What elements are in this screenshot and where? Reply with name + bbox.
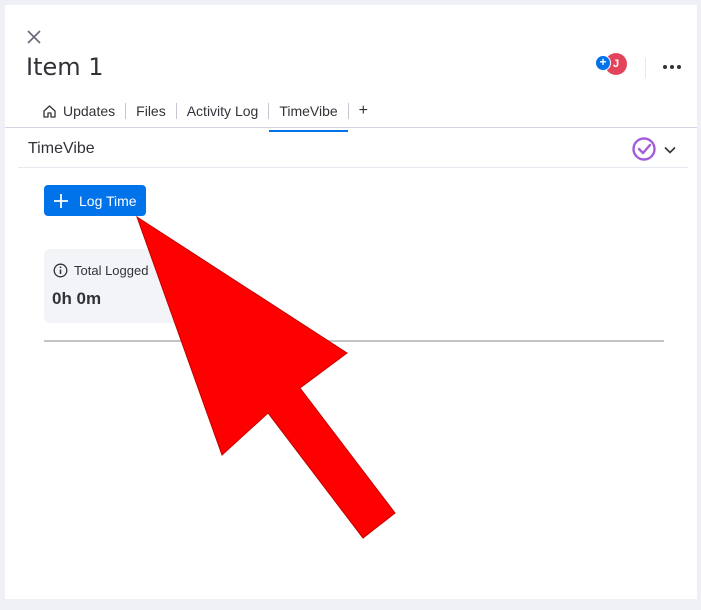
total-logged-label: Total Logged [74, 263, 149, 278]
section-divider [44, 340, 664, 342]
more-options-button[interactable] [660, 57, 684, 77]
add-tab-button[interactable]: + [349, 96, 378, 126]
tab-label: Files [136, 103, 166, 119]
header-divider [645, 58, 646, 78]
app-header: TimeVibe [18, 137, 688, 166]
tab-label: TimeVibe [279, 103, 338, 119]
log-time-label: Log Time [79, 192, 137, 209]
dot-icon [670, 65, 674, 69]
item-title: Item 1 [26, 53, 104, 81]
total-logged-value: 0h 0m [52, 289, 102, 308]
subscribers-button[interactable]: + J [595, 53, 627, 75]
timevibe-logo-icon [632, 137, 656, 161]
chevron-down-icon[interactable] [663, 143, 677, 157]
tabs-divider [5, 127, 697, 128]
close-icon [27, 30, 41, 44]
home-icon [42, 104, 57, 119]
tab-updates[interactable]: Updates [32, 96, 125, 126]
add-person-icon: + [595, 55, 611, 71]
info-icon[interactable] [53, 263, 68, 278]
close-button[interactable] [24, 27, 44, 47]
dot-icon [677, 65, 681, 69]
tab-files[interactable]: Files [126, 96, 176, 126]
app-header-divider [18, 167, 688, 168]
tab-label: Updates [63, 103, 116, 119]
tab-activity-log[interactable]: Activity Log [177, 96, 269, 126]
app-name: TimeVibe [28, 140, 95, 157]
log-time-button[interactable]: Log Time [44, 185, 146, 216]
total-logged-card: Total Logged 0h 0m [44, 249, 184, 323]
tab-timevibe[interactable]: TimeVibe [269, 96, 349, 132]
total-logged-label-row: Total Logged [53, 263, 148, 278]
dot-icon [663, 65, 667, 69]
plus-icon [54, 193, 68, 208]
tab-label: Activity Log [186, 103, 259, 119]
